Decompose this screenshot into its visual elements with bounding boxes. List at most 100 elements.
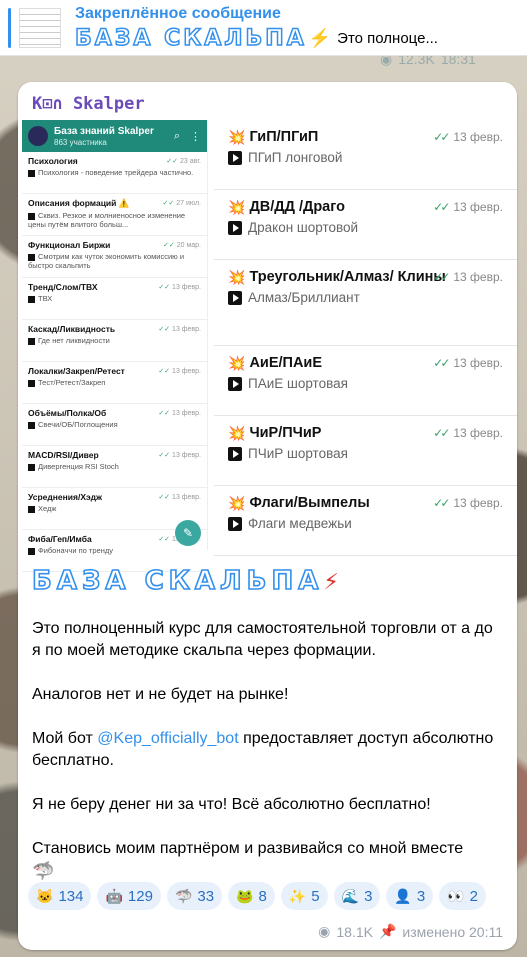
phone-item-date: ✓✓ 23 авг. bbox=[166, 157, 201, 165]
message-logo-text: БАЗА СКАЛЬПА bbox=[31, 565, 324, 597]
topic-title: ДВ/ДД /Драго bbox=[249, 199, 345, 215]
topic-subtitle: ПГиП лонговой bbox=[248, 150, 343, 165]
reaction-count: 8 bbox=[258, 887, 267, 905]
explosion-icon: 💥 bbox=[228, 355, 246, 371]
pinned-message-bar[interactable]: Закреплённое сообщение БАЗА СКАЛЬПА ⚡ Эт… bbox=[0, 0, 527, 56]
preview-text: ТВХ bbox=[38, 294, 53, 303]
topic-subtitle: ПАиЕ шортовая bbox=[248, 376, 348, 391]
reaction-button[interactable]: 🤖 129 bbox=[97, 882, 161, 910]
phone-item-date: ✓✓13 февр. bbox=[158, 283, 201, 291]
video-icon bbox=[28, 505, 35, 513]
check-icon: ✓✓ bbox=[158, 326, 171, 333]
phone-item-date: ✓✓ 27 июл. bbox=[162, 199, 201, 207]
avatar bbox=[28, 126, 48, 146]
phone-item-date: ✓✓13 февр. bbox=[158, 367, 201, 375]
topic-list: 💥 ГиП/ПГиП ✓✓ 13 февр. ПГиП лонговой 💥 ДВ/ДД /… bbox=[214, 120, 517, 556]
date-text: 13 февр. bbox=[172, 368, 201, 375]
reaction-button[interactable]: 🌊 3 bbox=[333, 882, 381, 910]
topic-title: ГиП/ПГиП bbox=[249, 129, 319, 145]
reaction-count: 5 bbox=[311, 887, 320, 905]
phone-list-item: Тренд/Слом/ТВХ ✓✓ 13 февр. ТВХ bbox=[22, 278, 207, 320]
topic-date: ✓✓ 13 февр. bbox=[433, 356, 503, 370]
reaction-count: 33 bbox=[197, 887, 215, 905]
topic-date: ✓✓ 13 февр. bbox=[433, 426, 503, 440]
video-icon bbox=[28, 379, 35, 387]
text-run: Становись моим партнёром и развивайся со… bbox=[32, 840, 464, 857]
phone-list-item: Объёмы/Полка/Об ✓✓ 13 февр. Свечи/ОБ/Поглощ… bbox=[22, 404, 207, 446]
reaction-button[interactable]: 🦈 33 bbox=[166, 882, 223, 910]
edited-time: изменено 20:11 bbox=[402, 923, 503, 940]
check-icon: ✓✓ bbox=[158, 536, 171, 543]
date-text: 20 мар. bbox=[176, 242, 201, 249]
reaction-count: 129 bbox=[127, 887, 153, 905]
phone-item-text: Сквиз. Резкое и молниеносное изменение ц… bbox=[28, 211, 201, 229]
topic-subtitle: ПЧиР шортовая bbox=[248, 446, 348, 461]
date-text: 13 февр. bbox=[453, 270, 503, 284]
explosion-icon: 💥 bbox=[228, 129, 246, 145]
reaction-button[interactable]: 👀 2 bbox=[439, 882, 486, 910]
reaction-count: 3 bbox=[416, 887, 426, 905]
explosion-icon: 💥 bbox=[228, 269, 246, 285]
topic-list-item: 💥 Флаги/Вымпелы ✓✓ 13 февр. Флаги медвежьи bbox=[214, 486, 517, 556]
cat-icon: 🐱 bbox=[36, 887, 54, 904]
topic-date: ✓✓ 13 февр. bbox=[433, 130, 503, 144]
phone-item-text: Психология - поведение трейдера частично… bbox=[28, 168, 201, 177]
video-icon bbox=[28, 295, 35, 303]
check-icon: ✓✓ bbox=[166, 158, 178, 165]
lightning-icon: ⚡ bbox=[323, 570, 339, 595]
reaction-button[interactable]: 🐱 134 bbox=[28, 882, 92, 910]
video-icon bbox=[228, 290, 242, 305]
brand-logo: K⊡∩ Skalper bbox=[32, 94, 145, 114]
phone-list-item: Функционал Биржи ✓✓ 20 мар. Смотрим как чут… bbox=[22, 236, 207, 278]
date-text: 13 февр. bbox=[172, 410, 201, 417]
phone-item-text: Свечи/ОБ/Поглощения bbox=[28, 420, 201, 429]
eyes-icon: 👀 bbox=[447, 887, 465, 904]
pinned-thumbnail bbox=[19, 7, 61, 48]
check-icon: ✓✓ bbox=[158, 494, 171, 501]
message-image[interactable]: K⊡∩ Skalper База знаний Skalper 863 учас… bbox=[18, 82, 517, 572]
date-text: 27 июл. bbox=[176, 200, 201, 207]
topic-title: ЧиР/ПЧиР bbox=[249, 425, 322, 441]
phone-item-text: Дивергенция RSI Stoch bbox=[28, 462, 201, 471]
explosion-icon: 💥 bbox=[228, 199, 246, 215]
phone-list-item: Психология ✓✓ 23 авг. Психология - поведени… bbox=[22, 152, 207, 194]
check-icon: ✓✓ bbox=[433, 130, 450, 144]
explosion-icon: 💥 bbox=[228, 425, 246, 441]
video-icon bbox=[28, 253, 35, 261]
message-bubble[interactable]: K⊡∩ Skalper База знаний Skalper 863 учас… bbox=[18, 82, 517, 950]
reaction-button[interactable]: 🐸 8 bbox=[228, 882, 275, 910]
reaction-count: 2 bbox=[469, 887, 478, 905]
reaction-count: 3 bbox=[364, 887, 373, 905]
reaction-button[interactable]: 👤 3 bbox=[386, 882, 434, 910]
check-icon: ✓✓ bbox=[158, 410, 171, 417]
preview-text: Дивергенция RSI Stoch bbox=[38, 462, 119, 471]
topic-list-item: 💥 АиЕ/ПАиЕ ✓✓ 13 февр. ПАиЕ шортовая bbox=[214, 346, 517, 416]
preview-text: Сквиз. Резкое и молниеносное изменение ц… bbox=[28, 211, 186, 229]
phone-list-item: Каскад/Ликвидность ✓✓ 13 февр. Где нет ликв… bbox=[22, 320, 207, 362]
message-paragraph: Я не беру денег ни за что! Всё абсолютно… bbox=[32, 796, 431, 813]
reaction-button[interactable]: ✨ 5 bbox=[280, 882, 328, 910]
phone-list-item: Локалки/Закреп/Ретест ✓✓ 13 февр. Тест/Рете… bbox=[22, 362, 207, 404]
phone-item-date: ✓✓13 февр. bbox=[158, 493, 201, 501]
date-text: 13 февр. bbox=[172, 494, 201, 501]
date-text: 13 февр. bbox=[453, 356, 503, 370]
topic-list-item: 💥 ГиП/ПГиП ✓✓ 13 февр. ПГиП лонговой bbox=[214, 120, 517, 190]
preview-text: Фибоначчи по тренду bbox=[38, 546, 113, 555]
reaction-count: 134 bbox=[58, 887, 84, 905]
phone-subtitle: 863 участника bbox=[54, 137, 107, 147]
robot-icon: 🤖 bbox=[105, 887, 123, 904]
topic-list-item: 💥 ДВ/ДД /Драго ✓✓ 13 февр. Дракон шортовой bbox=[214, 190, 517, 260]
date-text: 13 февр. bbox=[453, 426, 503, 440]
video-icon bbox=[228, 516, 242, 531]
check-icon: ✓✓ bbox=[433, 270, 450, 284]
date-text: 13 февр. bbox=[172, 452, 201, 459]
bot-mention-link[interactable]: @Kep_officially_bot bbox=[97, 730, 238, 747]
phone-item-date: ✓✓ 20 мар. bbox=[163, 241, 201, 249]
phone-list-item: Описания формаций ⚠️ ✓✓ 27 июл. Сквиз. Резк… bbox=[22, 194, 207, 236]
lightning-icon: ⚡ bbox=[308, 28, 332, 48]
video-icon bbox=[228, 376, 242, 391]
topic-title: Флаги/Вымпелы bbox=[249, 495, 370, 511]
preview-text: Где нет ликвидности bbox=[38, 336, 110, 345]
date-text: 13 февр. bbox=[172, 326, 201, 333]
explosion-icon: 💥 bbox=[228, 495, 246, 511]
